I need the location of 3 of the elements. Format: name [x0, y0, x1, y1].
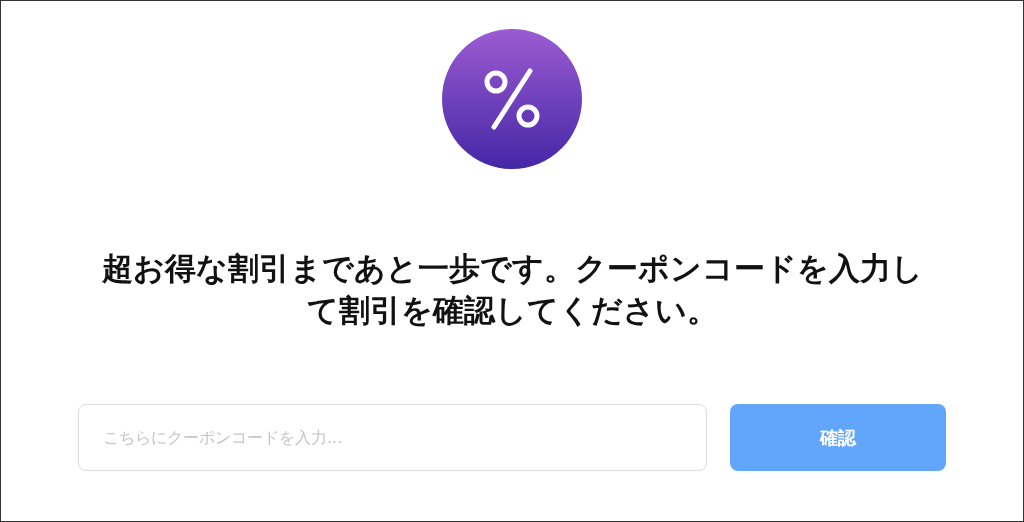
message-text: 超お得な割引まであと一歩です。クーポンコードを入力して割引を確認してください。: [100, 249, 924, 330]
confirm-button[interactable]: 確認: [730, 404, 946, 471]
percent-icon: [442, 29, 582, 169]
